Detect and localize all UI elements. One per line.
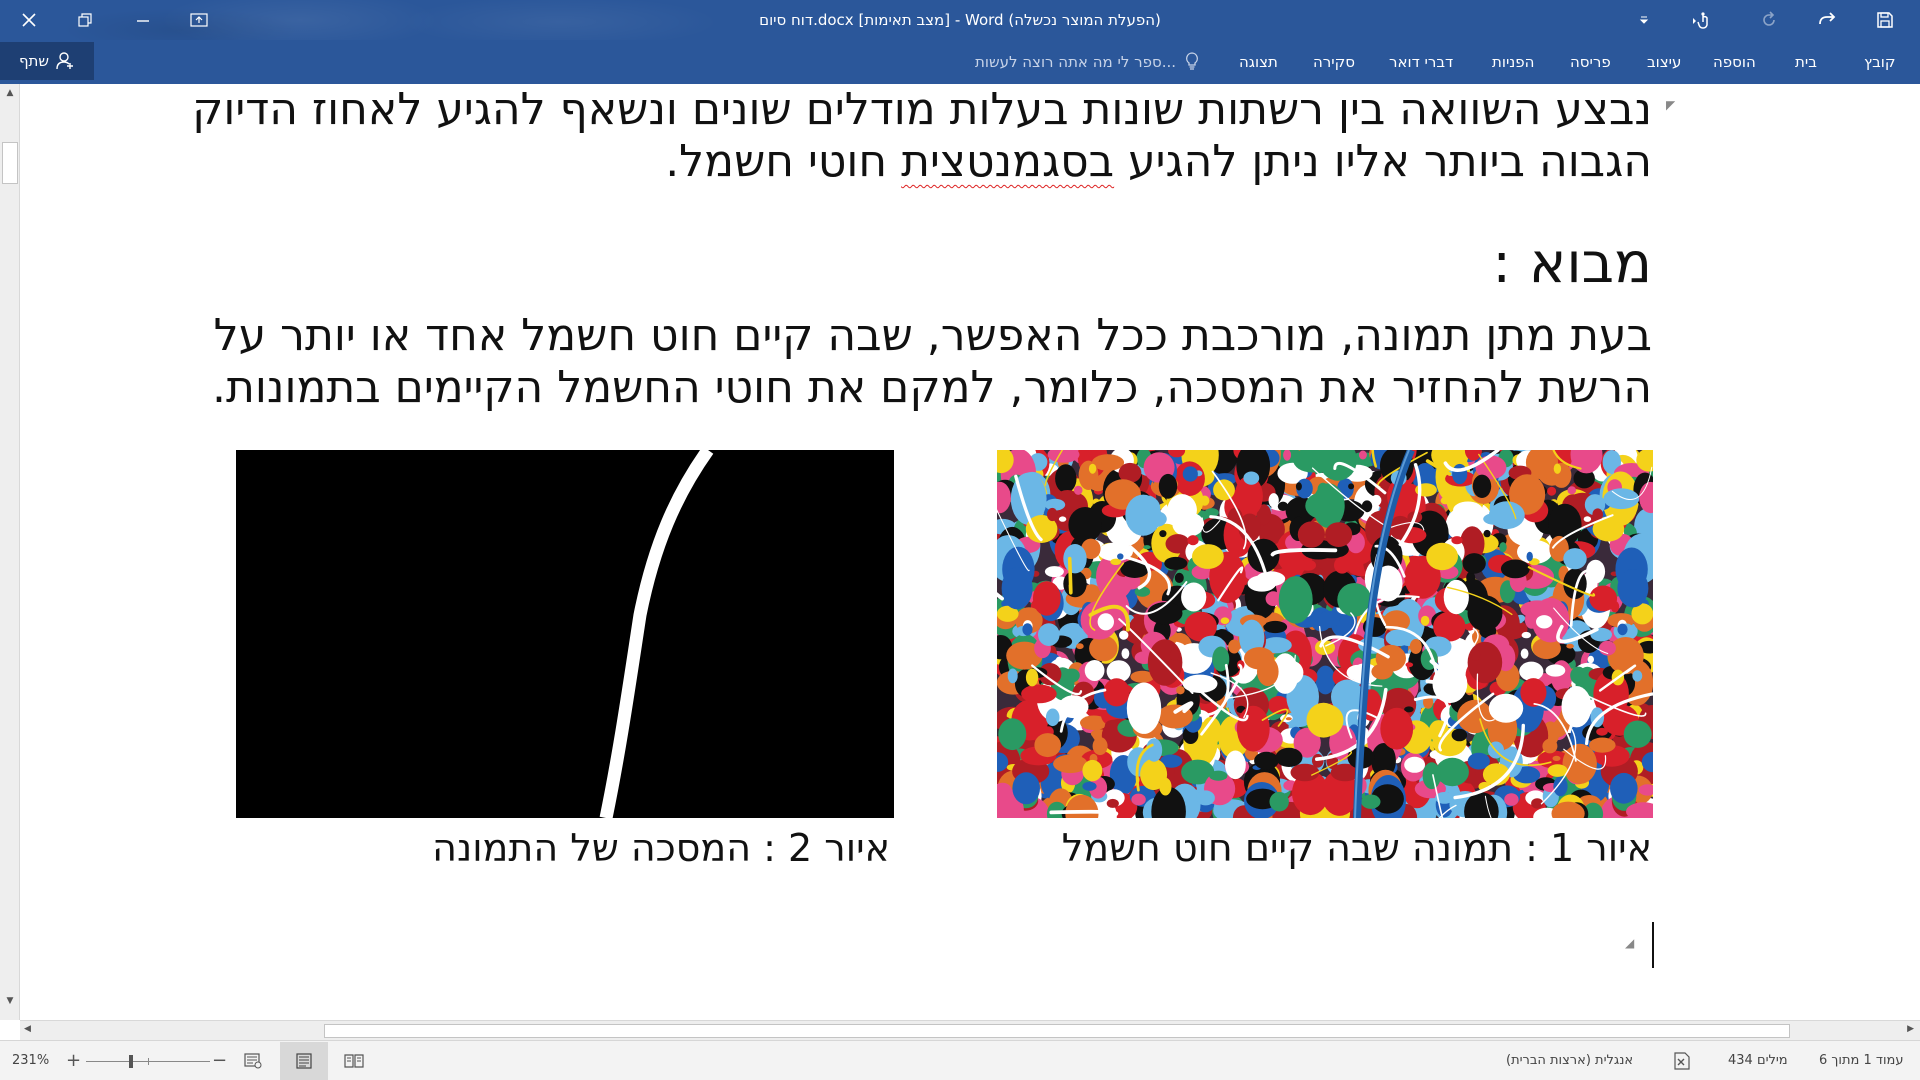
word-count[interactable]: 434 מילים [1728,1041,1788,1080]
ribbon-tab-bar: שתף ספר לי מה אתה רוצה לעשות... תצוגה סק… [0,40,1920,84]
tab-layout[interactable]: פריסה [1570,50,1611,74]
print-layout-button[interactable] [280,1042,328,1080]
status-bar: 231% + − אנגלית (ארצות הברית) 434 מילים … [0,1040,1920,1080]
scroll-right-icon[interactable]: ▶ [1907,1024,1914,1034]
touch-mode-icon [1693,12,1708,29]
redo-icon [1763,11,1775,26]
tab-review[interactable]: סקירה [1313,50,1355,74]
vertical-scrollbar[interactable]: ▲ ▼ [0,84,20,1020]
figure-caption[interactable]: איור 2 : המסכה של התמונה [432,826,890,870]
painted-image-drawing [997,450,1653,818]
ribbon-display-options-icon [190,13,208,27]
scroll-up-icon[interactable]: ▲ [0,84,20,102]
title-bar: דוח סיום.docx [מצב תאימות] - Word (הפעלת… [0,0,1920,40]
print-layout-icon [296,1053,312,1069]
scroll-down-icon[interactable]: ▼ [0,992,20,1010]
paragraph-line[interactable]: הגבוה ביותר אליו ניתן להגיע בסגמנטצית חו… [665,136,1652,188]
tab-design[interactable]: עיצוב [1647,50,1681,74]
close-icon [22,13,36,27]
anchor-marker-icon: ◢ [1625,936,1635,950]
vertical-scroll-thumb[interactable] [2,142,18,184]
ribbon-display-options-button[interactable] [176,0,222,40]
proofing-button[interactable] [1670,1041,1694,1080]
web-layout-button[interactable] [244,1041,266,1080]
save-icon [1877,12,1893,28]
figure-image-power-line[interactable] [997,450,1653,818]
anchor-marker-icon: ◤ [1666,98,1676,112]
tab-insert[interactable]: הוספה [1713,50,1756,74]
share-button[interactable]: שתף [0,42,94,80]
web-layout-icon [244,1053,262,1069]
zoom-percentage[interactable]: 231% [12,1041,49,1080]
read-mode-icon [344,1054,364,1068]
horizontal-scrollbar[interactable]: ◀ ▶ [20,1020,1920,1040]
mask-drawing [236,446,894,820]
text-run: הגבוה ביותר אליו ניתן להגיע [1114,136,1652,187]
save-button[interactable] [1862,0,1908,40]
zoom-in-icon[interactable]: + [66,1041,81,1080]
paragraph-line[interactable]: בעת מתן תמונה, מורכבת ככל האפשר, שבה קיי… [214,310,1652,362]
share-label: שתף [18,52,50,70]
minimize-icon [137,20,149,22]
add-person-icon [56,52,74,70]
zoom-out-icon[interactable]: − [212,1041,227,1080]
tab-view[interactable]: תצוגה [1239,50,1278,74]
tab-home[interactable]: בית [1795,50,1817,74]
language-indicator[interactable]: אנגלית (ארצות הברית) [1506,1041,1633,1080]
document-area[interactable]: ▲ ▼ נבצע השוואה בין רשתות שונות בעלות מו… [0,84,1920,1040]
tell-me-text: ספר לי מה אתה רוצה לעשות... [975,53,1177,71]
tab-mailings[interactable]: דברי דואר [1389,50,1453,74]
figure-caption[interactable]: איור 1 : תמונה שבה קיים חוט חשמל [1062,826,1652,870]
close-button[interactable] [6,0,52,40]
customize-qat-icon [1639,16,1649,24]
paragraph-line[interactable]: הרשת להחזיר את המסכה, כלומר, למקם את חוט… [212,362,1652,414]
lightbulb-icon [1185,52,1198,70]
undo-icon [1819,12,1836,25]
zoom-slider-thumb[interactable] [129,1055,133,1068]
horizontal-scroll-thumb[interactable] [324,1024,1790,1038]
figure-image-mask[interactable] [236,446,894,820]
text-run: חוטי חשמל. [665,136,902,187]
tab-references[interactable]: הפניות [1492,50,1534,74]
customize-qat-button[interactable] [1632,0,1656,40]
tab-file[interactable]: קובץ [1864,50,1896,74]
proofing-error-icon [1674,1052,1690,1070]
restore-button[interactable] [62,0,108,40]
tell-me-search[interactable]: ספר לי מה אתה רוצה לעשות... [975,50,1199,74]
section-heading[interactable]: מבוא : [1492,232,1652,296]
restore-icon [78,13,92,27]
scroll-left-icon[interactable]: ◀ [24,1024,31,1034]
redo-button[interactable] [1746,0,1792,40]
paragraph-line[interactable]: נבצע השוואה בין רשתות שונות בעלות מודלים… [192,84,1652,136]
zoom-center-tick [148,1058,149,1065]
read-mode-button[interactable] [344,1041,366,1080]
text-cursor [1652,922,1654,968]
misspelled-word[interactable]: בסגמנטצית [901,136,1114,187]
minimize-button[interactable] [120,0,166,40]
undo-button[interactable] [1804,0,1850,40]
touch-mode-button[interactable] [1682,0,1722,40]
page-number[interactable]: עמוד 1 מתוך 6 [1819,1041,1903,1080]
zoom-slider[interactable] [86,1055,210,1068]
